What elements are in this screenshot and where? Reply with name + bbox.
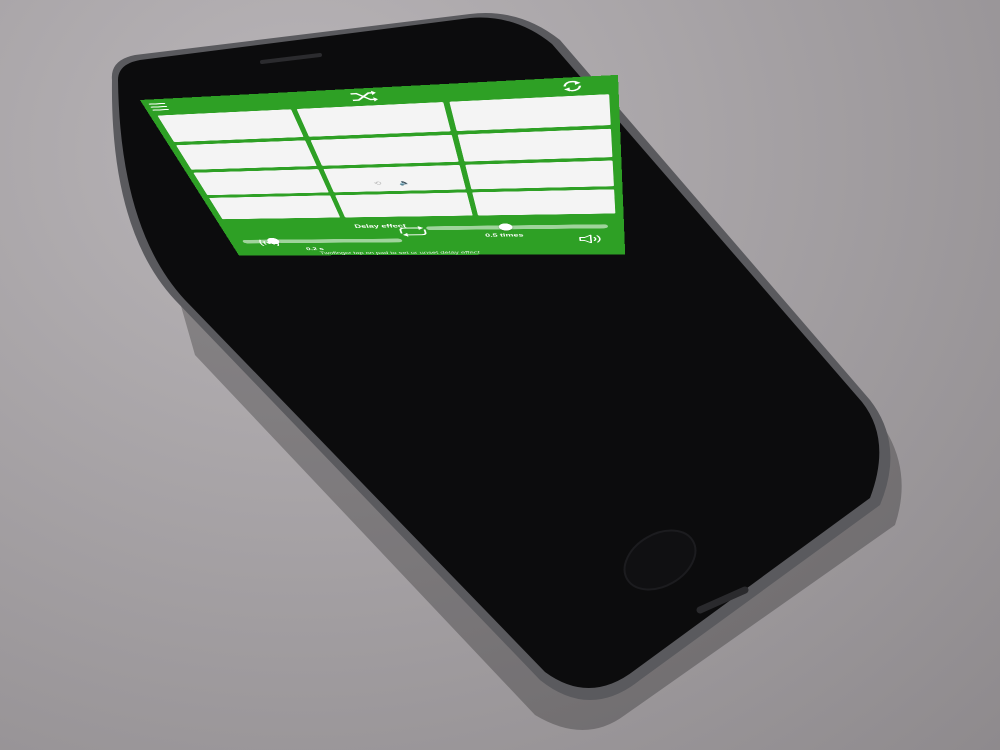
sound-wave-icon[interactable] bbox=[254, 238, 285, 247]
pad-8[interactable]: ⟲ 🔈 bbox=[324, 165, 466, 193]
menu-icon[interactable] bbox=[148, 103, 169, 111]
delay-feedback-value: 0.5 times bbox=[485, 232, 524, 238]
pad-status-icons bbox=[477, 208, 616, 210]
pad-status-icons bbox=[171, 131, 302, 136]
pad-2[interactable] bbox=[297, 102, 451, 137]
pad-status-icons bbox=[470, 181, 614, 184]
pad-12[interactable] bbox=[472, 189, 615, 215]
pad-status-icons bbox=[204, 188, 326, 191]
pad-10[interactable] bbox=[209, 195, 340, 219]
pad-5[interactable] bbox=[311, 135, 459, 166]
speaker-icon[interactable] bbox=[577, 234, 604, 244]
delay-hint-text: Twofinger tap on pad to set or unset del… bbox=[319, 250, 480, 255]
pad-4[interactable] bbox=[176, 140, 317, 169]
pad-status-icons: ⟲ 🔈 bbox=[329, 178, 464, 187]
pad-status-icons bbox=[463, 151, 612, 156]
pad-status-icons bbox=[188, 160, 314, 164]
pad-7[interactable] bbox=[193, 169, 329, 195]
pad-status-icons bbox=[320, 156, 457, 160]
pad-9[interactable] bbox=[465, 160, 614, 189]
pad-grid: ⟲ 🔈 bbox=[157, 94, 615, 219]
delay-feedback-thumb[interactable] bbox=[498, 223, 513, 230]
shuffle-icon[interactable] bbox=[348, 90, 381, 103]
loop-icon[interactable] bbox=[393, 226, 433, 238]
pad-6[interactable] bbox=[457, 129, 612, 162]
scene: ⟲ 🔈 Delay effect 0.5 times 0.2 s Twofing… bbox=[0, 0, 1000, 750]
pad-11[interactable] bbox=[335, 193, 472, 218]
pad-status-icons bbox=[343, 211, 471, 213]
pad-1[interactable] bbox=[157, 109, 303, 142]
delay-feedback-slider[interactable] bbox=[426, 224, 609, 230]
pad-status-icons bbox=[220, 213, 339, 215]
pad-3[interactable] bbox=[449, 94, 611, 131]
pad-status-icons bbox=[307, 125, 449, 131]
pad-status-icons bbox=[455, 119, 611, 125]
refresh-icon[interactable] bbox=[560, 79, 584, 93]
